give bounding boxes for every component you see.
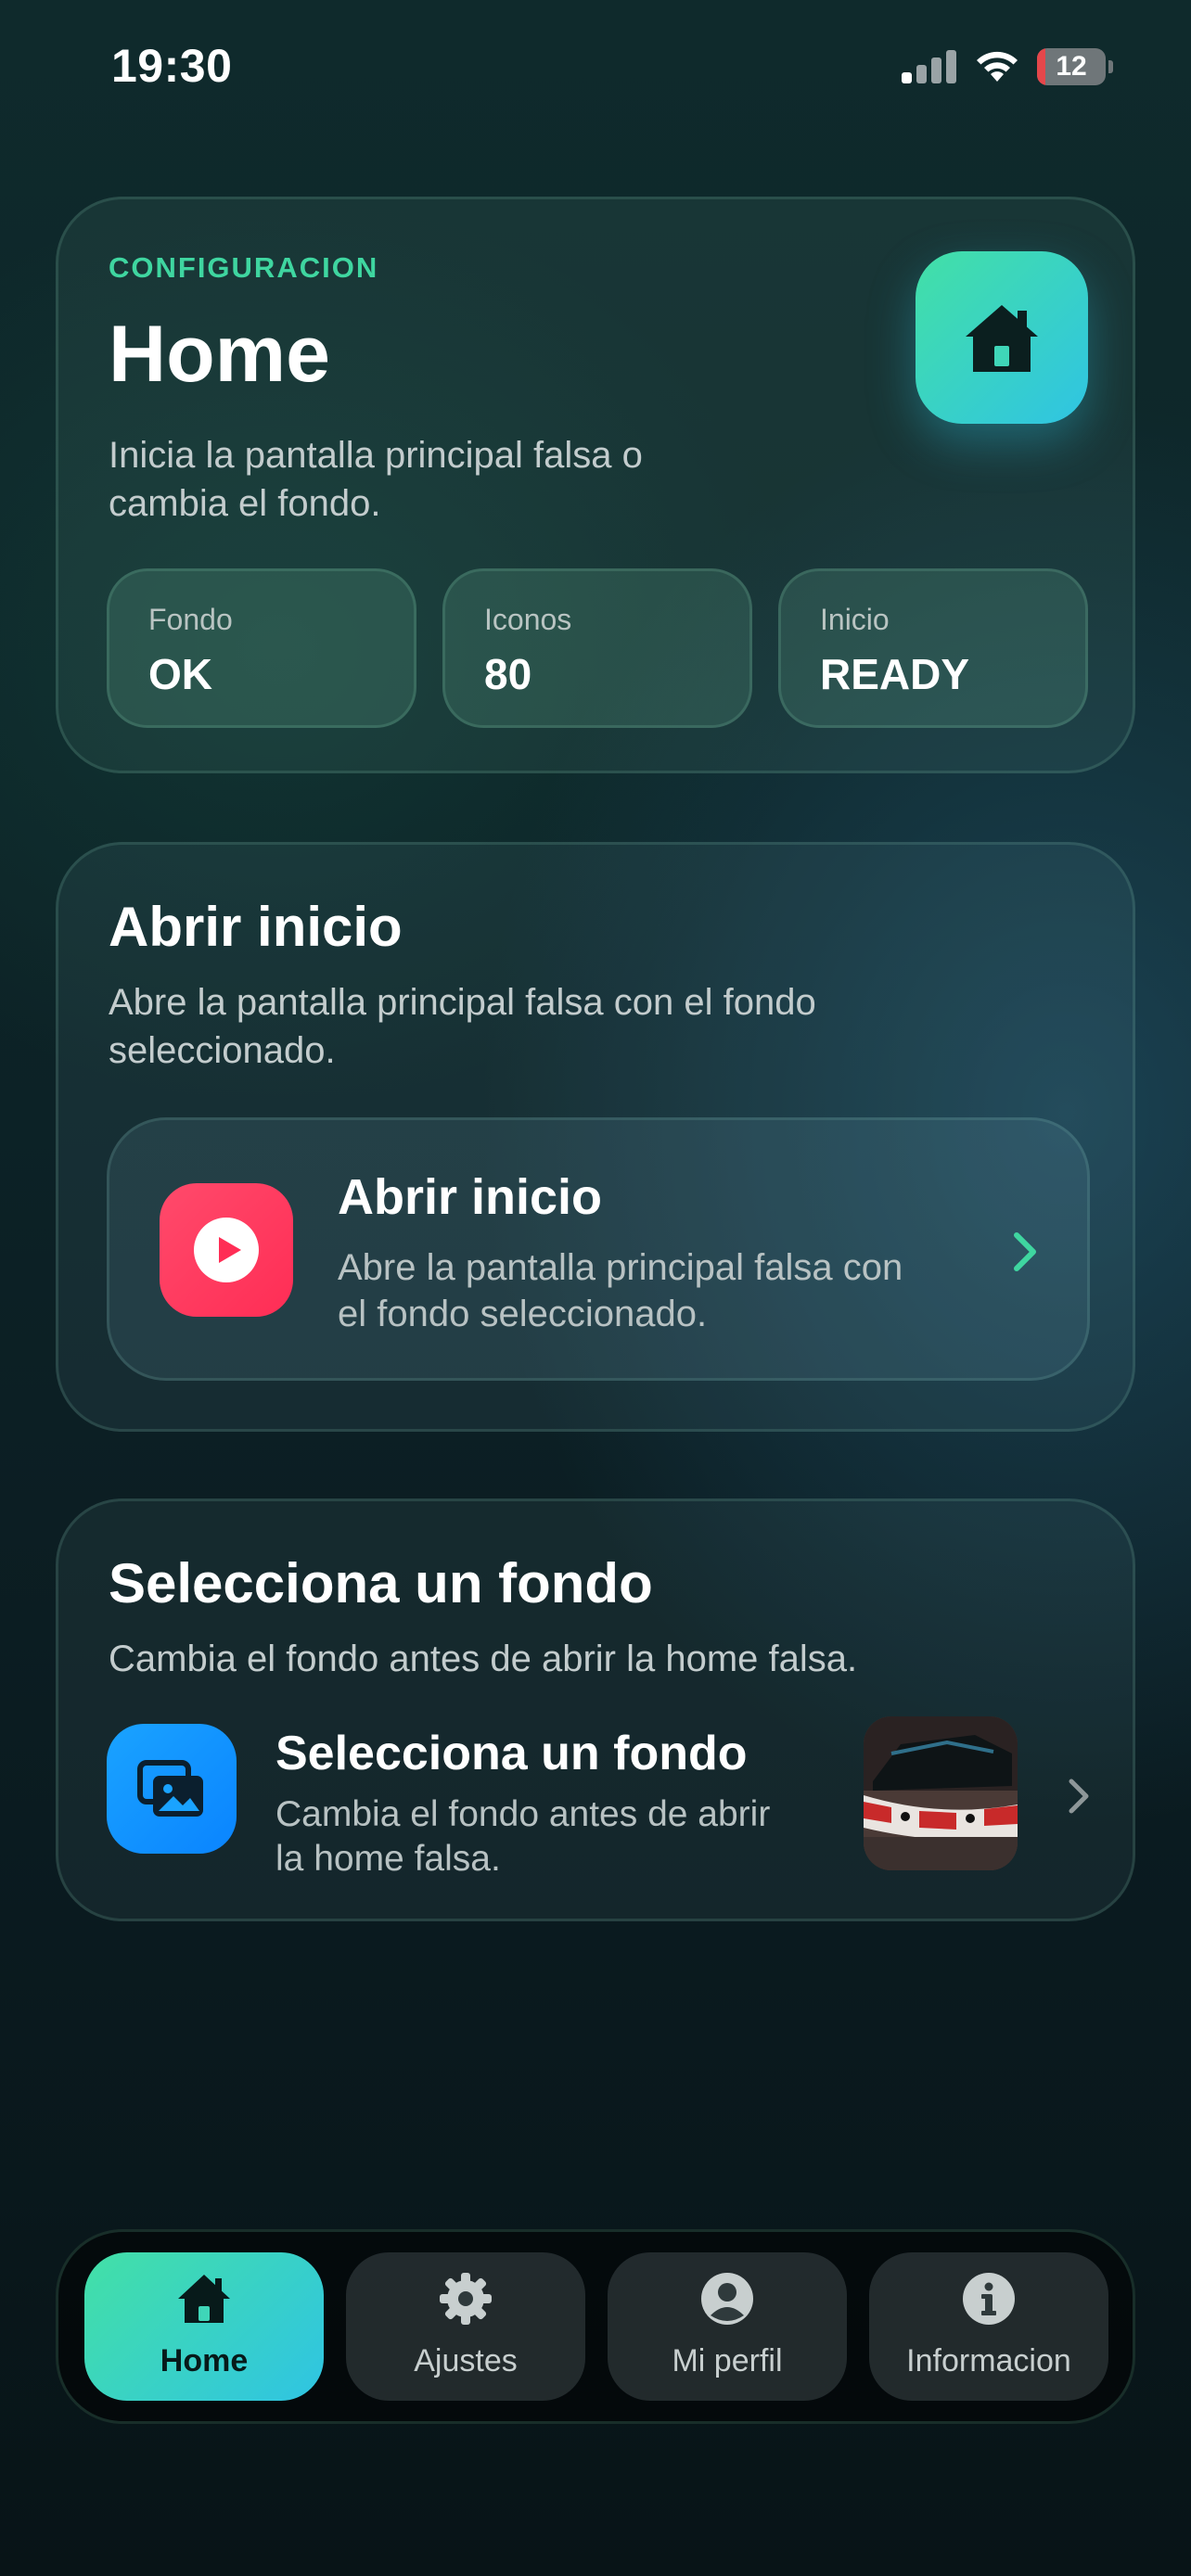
stat-label: Iconos — [484, 603, 572, 636]
page-title: Home — [109, 310, 330, 399]
row-description: Abre la pantalla principal falsa con el … — [338, 1247, 903, 1334]
tab-label: Informacion — [906, 2343, 1071, 2378]
status-time: 19:30 — [111, 40, 233, 92]
cellular-signal-icon — [902, 48, 957, 83]
tab-home[interactable]: Home — [84, 2252, 324, 2401]
stat-value: OK — [148, 650, 212, 698]
tab-informacion[interactable]: Informacion — [869, 2252, 1108, 2401]
open-home-card: Abrir inicio Abre la pantalla principal … — [56, 842, 1135, 1432]
row-description: Cambia el fondo antes de abrir la home f… — [275, 1794, 771, 1879]
user-circle-icon — [699, 2271, 755, 2327]
select-wallpaper-button[interactable]: Selecciona un fondo Cambia el fondo ante… — [58, 1696, 1133, 1891]
battery-icon: 12 — [1037, 48, 1113, 85]
section-title: Abrir inicio — [109, 896, 403, 958]
page-description: Inicia la pantalla principal falsa o cam… — [109, 435, 643, 524]
section-description: Cambia el fondo antes de abrir la home f… — [109, 1639, 858, 1679]
stat-value: 80 — [484, 650, 532, 698]
chevron-right-icon — [1014, 1232, 1036, 1271]
stat-inicio: Inicio READY — [778, 568, 1088, 728]
wifi-icon — [974, 46, 1020, 83]
tab-mi-perfil[interactable]: Mi perfil — [608, 2252, 847, 2401]
stat-label: Inicio — [820, 603, 890, 636]
info-icon — [961, 2271, 1017, 2327]
open-home-button[interactable]: Abrir inicio Abre la pantalla principal … — [107, 1117, 1090, 1381]
tab-label: Ajustes — [414, 2343, 518, 2378]
wallpaper-thumbnail — [864, 1716, 1018, 1870]
stat-fondo: Fondo OK — [107, 568, 416, 728]
tab-label: Mi perfil — [672, 2343, 783, 2378]
stat-iconos: Iconos 80 — [442, 568, 752, 728]
tab-ajustes[interactable]: Ajustes — [346, 2252, 585, 2401]
section-title: Selecciona un fondo — [109, 1552, 653, 1614]
house-icon — [916, 251, 1088, 424]
stat-value: READY — [820, 650, 970, 698]
tab-bar: Home Ajustes Mi perfil Informacion — [56, 2229, 1135, 2424]
gear-icon — [438, 2271, 493, 2327]
chevron-right-icon — [1069, 1779, 1089, 1814]
tab-label: Home — [160, 2343, 249, 2378]
home-config-card: CONFIGURACION Home Inicia la pantalla pr… — [56, 197, 1135, 773]
images-icon — [107, 1724, 237, 1854]
stat-label: Fondo — [148, 603, 233, 636]
wallpaper-card: Selecciona un fondo Cambia el fondo ante… — [56, 1498, 1135, 1921]
section-description: Abre la pantalla principal falsa con el … — [109, 982, 816, 1071]
row-title: Abrir inicio — [338, 1169, 603, 1225]
row-title: Selecciona un fondo — [275, 1727, 748, 1780]
stats-row: Fondo OK Iconos 80 Inicio READY — [107, 568, 1090, 728]
house-icon — [176, 2271, 232, 2327]
section-eyebrow: CONFIGURACION — [109, 251, 379, 284]
play-icon — [160, 1183, 293, 1317]
status-bar: 19:30 12 — [0, 0, 1191, 139]
battery-percentage: 12 — [1056, 51, 1087, 82]
